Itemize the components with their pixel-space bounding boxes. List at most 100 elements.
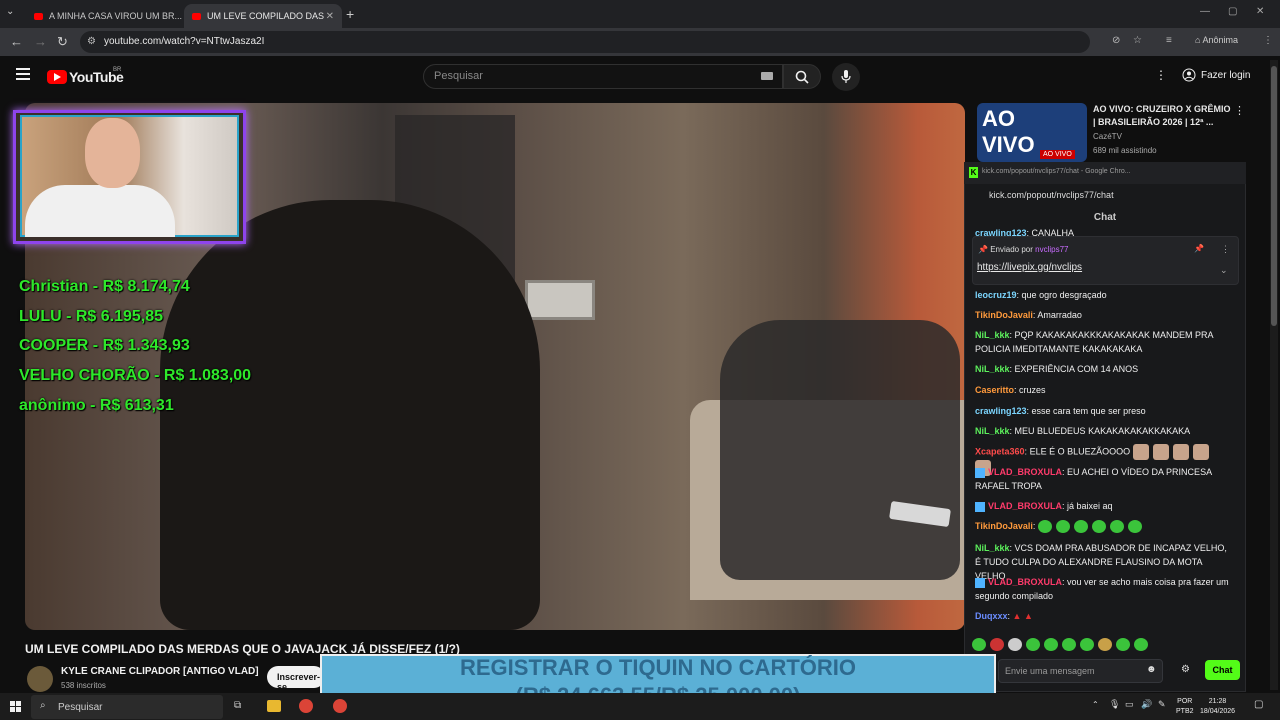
pinned-link[interactable]: https://livepix.gg/nvclips [977,262,1082,273]
face-emote-icon [1192,444,1209,460]
task-view-icon[interactable]: ⧉ [234,700,248,712]
tab-label: A MINHA CASA VIROU UM BR... [49,11,182,21]
windows-start-icon[interactable] [10,701,21,712]
chat-settings-icon[interactable]: ⚙ [1181,664,1190,675]
green-emote-icon [1127,520,1142,534]
browser-tab[interactable]: A MINHA CASA VIROU UM BR... ✕ [26,4,182,28]
subscriber-count: 538 inscritos [61,681,106,690]
donation-entry: VELHO CHORÃO - R$ 1.083,00 [19,367,252,384]
chat-input-placeholder: Envie uma mensagem [1005,666,1095,676]
goal-title: REGISTRAR O TIQUIN NO CARTÓRIO [460,655,856,680]
scrollbar-thumb[interactable] [1271,66,1277,326]
webcam-streamer-body [25,185,175,237]
country-code: BR [113,67,122,73]
emote-bar[interactable] [972,636,1162,652]
search-placeholder: Pesquisar [434,70,483,82]
donation-entry: Christian - R$ 8.174,74 [19,278,190,295]
chat-message: crawling123: esse cara tem que ser preso [975,406,1146,416]
chat-message: Caseritto: cruzes [975,385,1046,395]
chat-message: NiL_kkk: MEU BLUEDEUS KAKAKAKAKAKKAKAKA [975,426,1191,436]
emote-icon [972,638,986,652]
chrome-incognito-icon[interactable] [333,699,347,713]
input-language[interactable]: POR PTB2 [1176,697,1194,717]
emote-icon [1134,638,1148,652]
maximize-icon[interactable]: ▢ [1228,6,1237,17]
browser-menu-icon[interactable]: ⋮ [1263,35,1273,46]
emote-icon [1008,638,1022,652]
voice-search-button[interactable] [832,63,860,91]
chat-message: Duqxxx: ▲ ▲ [975,611,1033,621]
channel-avatar[interactable] [27,666,53,692]
webcam-streamer-head [85,118,140,188]
subscriber-badge-icon [975,467,985,478]
forward-icon[interactable]: → [34,34,47,49]
chat-message: VLAD_BROXULA: vou ver se acho mais coisa… [975,577,1229,601]
chrome-icon[interactable] [299,699,313,713]
emote-icon [1026,638,1040,652]
search-icon: ⌕ [40,700,46,711]
back-icon[interactable]: ← [10,34,23,49]
subscriber-badge-icon [975,577,985,588]
search-button[interactable] [783,64,821,89]
suggested-more-icon[interactable]: ⋮ [1234,104,1245,117]
minimize-icon[interactable]: — [1200,6,1210,17]
kick-chat-header: Chat [1093,212,1117,223]
youtube-favicon-icon [34,12,43,20]
bookmark-star-icon[interactable]: ☆ [1133,35,1142,46]
file-explorer-icon[interactable] [267,700,281,712]
pen-icon[interactable]: ✎ [1158,699,1166,710]
youtube-logo-icon[interactable] [47,70,67,84]
tray-chevron-icon[interactable]: ⌃ [1092,700,1099,709]
clock[interactable]: 21:28 18/04/2026 [1200,697,1235,717]
microphone-tray-icon[interactable]: 🎙 [1109,699,1120,710]
subscribe-button[interactable]: Inscrever-se [267,666,325,688]
subscriber-badge-icon [975,501,985,512]
close-window-icon[interactable]: ✕ [1256,6,1264,17]
new-tab-icon[interactable]: + [346,6,354,22]
url-text[interactable]: youtube.com/watch?v=NTtwJasza2I [104,36,264,47]
donation-entry: COOPER - R$ 1.343,93 [19,337,190,354]
settings-more-icon[interactable]: ⋮ [1155,68,1167,82]
tab-list-chevron-icon[interactable]: ⌄ [6,6,14,17]
emoji-icon[interactable]: ☻ [1146,664,1157,675]
media-queue-icon[interactable]: ≡ [1166,35,1172,46]
unpin-icon[interactable]: 📌 [1194,244,1204,253]
kick-url[interactable]: kick.com/popout/nvclips77/chat [989,190,1114,200]
suggested-channel[interactable]: CazéTV [1093,132,1122,141]
incognito-label: Anônima [1202,35,1238,45]
live-badge: AO VIVO [1040,150,1075,159]
green-emote-icon [1091,520,1106,534]
reload-icon[interactable]: ↻ [57,34,68,50]
menu-icon[interactable] [16,68,30,83]
notifications-icon[interactable]: ▢ [1254,699,1263,710]
face-emote-icon [1152,444,1169,460]
youtube-favicon-icon [192,12,201,20]
chat-message: VLAD_BROXULA: já baixei aq [975,499,1231,513]
login-button[interactable]: Fazer login [1182,68,1250,82]
chat-message: NiL_kkk: EXPERIÊNCIA COM 14 ANOS [975,364,1139,374]
green-emote-icon [1109,520,1124,534]
chat-send-button[interactable]: Chat [1205,660,1240,680]
eye-off-icon[interactable]: ⊘ [1112,35,1120,46]
video-frame-woman [160,200,540,630]
site-info-icon[interactable]: ⚙ [87,36,96,47]
pinned-header: 📌 Enviado por nvclips77 [978,245,1069,254]
suggested-video-title[interactable]: AO VIVO: CRUZEIRO X GRÊMIO | BRASILEIRÃO… [1093,103,1233,129]
close-tab-icon[interactable]: ✕ [326,11,334,22]
face-emote-icon [1172,444,1189,460]
incognito-indicator[interactable]: ⌂ Anônima [1195,35,1238,45]
chat-message: NiL_kkk: PQP KAKAKAKAKKKAKAKAKAK MANDEM … [975,330,1213,354]
microphone-icon [841,70,851,83]
volume-icon[interactable]: 🔊 [1141,699,1152,710]
keyboard-icon[interactable] [761,72,773,80]
network-icon[interactable]: ▭ [1125,699,1134,710]
chat-message: leocruz19: que ogro desgraçado [975,290,1107,300]
pinned-more-icon[interactable]: ⋮ [1221,244,1230,255]
tab-label: UM LEVE COMPILADO DAS [207,11,325,21]
suggested-viewers: 689 mil assistindo [1093,146,1157,155]
emote-icon [1098,638,1112,652]
browser-tab-active[interactable]: UM LEVE COMPILADO DAS ✕ [184,4,342,28]
expand-chevron-icon[interactable]: ⌄ [1220,265,1228,276]
channel-name[interactable]: KYLE CRANE CLIPADOR [ANTIGO VLAD] [61,666,259,677]
green-emote-icon [1037,520,1052,534]
